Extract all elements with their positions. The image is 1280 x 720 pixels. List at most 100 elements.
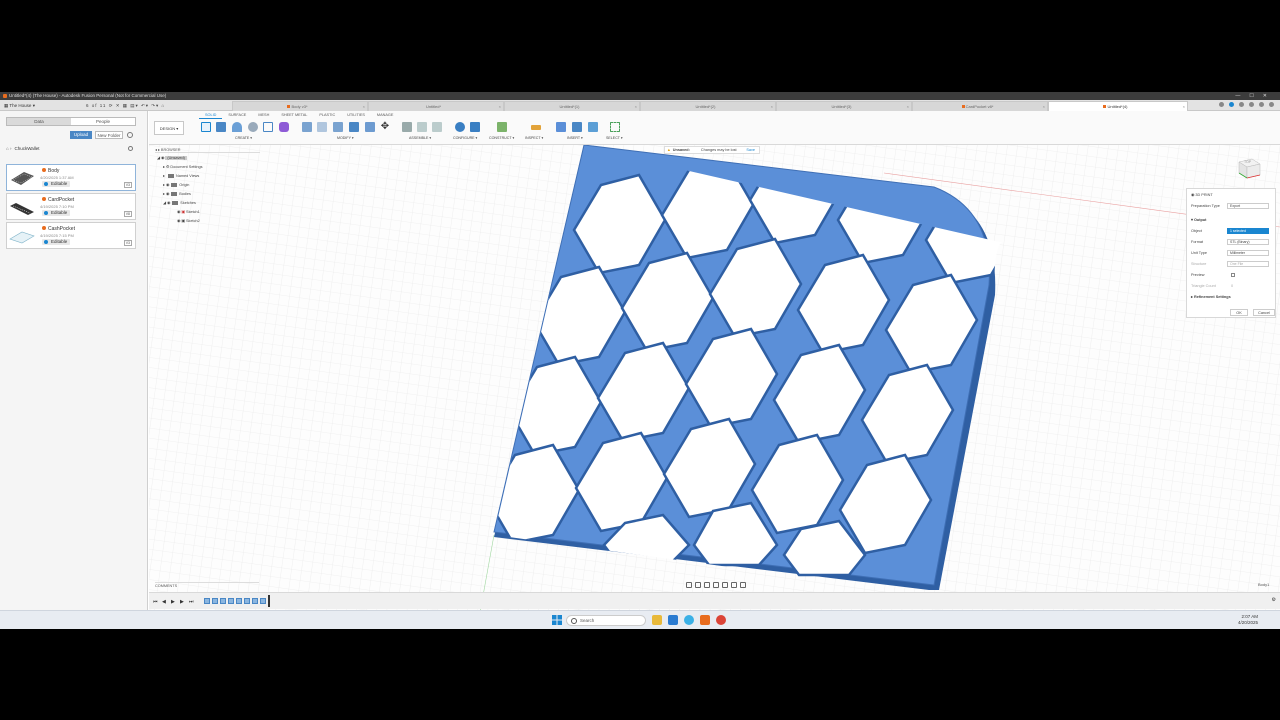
- home-icon[interactable]: ⌂ ›: [6, 146, 11, 151]
- tab-solid[interactable]: SOLID: [199, 112, 223, 119]
- tab-people[interactable]: People: [71, 118, 135, 125]
- browser-root[interactable]: ◢ ◉ (Unsaved): [157, 154, 187, 162]
- minimize-button[interactable]: —: [1235, 93, 1249, 99]
- viewports-icon[interactable]: [740, 581, 746, 588]
- refresh-icon[interactable]: [128, 146, 133, 151]
- prep-type-select[interactable]: Export: [1227, 203, 1269, 209]
- offset-plane-icon[interactable]: [497, 122, 507, 132]
- tab-surface[interactable]: SURFACE: [222, 112, 252, 119]
- group-configure[interactable]: CONFIGURE ▾: [453, 136, 477, 140]
- fit-icon[interactable]: [713, 581, 719, 588]
- file-status[interactable]: Editable: [42, 181, 71, 187]
- go-to-start-icon[interactable]: ⏮: [153, 599, 158, 605]
- extensions-icon[interactable]: [1229, 102, 1234, 107]
- browser-item-named-views[interactable]: ▸ Named Views: [163, 172, 199, 180]
- tab-manage[interactable]: MANAGE: [371, 112, 399, 119]
- extrude-icon[interactable]: [216, 122, 226, 132]
- view-cube[interactable]: TOP: [1236, 156, 1262, 180]
- add-tab-icon[interactable]: [1219, 102, 1224, 107]
- as-built-joint-icon[interactable]: [432, 122, 442, 132]
- form-icon[interactable]: [279, 122, 289, 132]
- pan-icon[interactable]: [695, 581, 701, 588]
- tab-plastic[interactable]: PLASTIC: [313, 112, 341, 119]
- step-back-icon[interactable]: ◀: [162, 599, 166, 605]
- group-inspect[interactable]: INSPECT ▾: [525, 136, 543, 140]
- browser-item-document-settings[interactable]: ▸ ⚙ Document Settings: [163, 163, 203, 171]
- timeline-feature[interactable]: [236, 598, 242, 604]
- insert-derive-icon[interactable]: [556, 122, 566, 132]
- timeline-feature[interactable]: [260, 598, 266, 604]
- vscode-icon[interactable]: [668, 615, 678, 625]
- upload-button[interactable]: Upload: [70, 131, 92, 139]
- timeline-feature[interactable]: [228, 598, 234, 604]
- cancel-button[interactable]: Cancel: [1253, 309, 1275, 316]
- 3d-viewport[interactable]: [149, 145, 1280, 618]
- revolve-icon[interactable]: [232, 122, 242, 132]
- doc-tab[interactable]: Untitled*(2) ×: [640, 101, 776, 111]
- taskbar-search[interactable]: Search: [566, 615, 646, 626]
- doc-tab[interactable]: Untitled*(3) ×: [776, 101, 912, 111]
- unit-select[interactable]: Millimeter: [1227, 250, 1269, 256]
- grid-settings-icon[interactable]: [731, 581, 737, 588]
- tab-close-icon[interactable]: ×: [363, 102, 365, 111]
- workspace-selector[interactable]: DESIGN ▾: [154, 121, 184, 135]
- profile-avatar-icon[interactable]: [1269, 102, 1274, 107]
- timeline-feature[interactable]: [244, 598, 250, 604]
- shell-icon[interactable]: [333, 122, 343, 132]
- refinement-section[interactable]: ▸ Refinement Settings: [1191, 293, 1273, 301]
- browser-item-origin[interactable]: ▸ ◉ Origin: [163, 181, 189, 189]
- timeline-feature[interactable]: [204, 598, 210, 604]
- tab-close-icon[interactable]: ×: [1043, 102, 1045, 111]
- offset-face-icon[interactable]: [365, 122, 375, 132]
- group-select[interactable]: SELECT ▾: [606, 136, 623, 140]
- timeline-feature[interactable]: [220, 598, 226, 604]
- tab-close-icon[interactable]: ×: [499, 102, 501, 111]
- tab-utilities[interactable]: UTILITIES: [341, 112, 371, 119]
- group-insert[interactable]: INSERT ▾: [567, 136, 583, 140]
- ok-button[interactable]: OK: [1230, 309, 1248, 316]
- pattern-icon[interactable]: [263, 122, 273, 132]
- combine-icon[interactable]: [349, 122, 359, 132]
- doc-tab[interactable]: CardPocket v8* ×: [912, 101, 1048, 111]
- fillet-icon[interactable]: [317, 122, 327, 132]
- doc-tab[interactable]: Body v3* ×: [232, 101, 368, 111]
- new-folder-button[interactable]: New Folder: [95, 131, 123, 139]
- doc-tab[interactable]: Untitled* ×: [368, 101, 504, 111]
- doc-tab-active[interactable]: Untitled*(4) ×: [1048, 101, 1188, 111]
- zoom-icon[interactable]: [704, 581, 710, 588]
- select-icon[interactable]: [610, 122, 620, 132]
- file-item[interactable]: CardPocket 4/19/2025 7:10 PM Editable V8: [6, 193, 136, 220]
- create-sketch-icon[interactable]: [201, 122, 211, 132]
- file-explorer-icon[interactable]: [652, 615, 662, 625]
- tab-close-icon[interactable]: ×: [907, 102, 909, 111]
- group-modify[interactable]: MODIFY ▾: [337, 136, 354, 140]
- tab-mesh[interactable]: MESH: [252, 112, 275, 119]
- maximize-button[interactable]: ☐: [1249, 93, 1262, 99]
- window-controls[interactable]: —☐✕: [1235, 92, 1276, 100]
- tab-close-icon[interactable]: ×: [1183, 102, 1185, 111]
- edge-icon[interactable]: [684, 615, 694, 625]
- file-version[interactable]: V3: [123, 182, 132, 188]
- group-create[interactable]: CREATE ▾: [235, 136, 252, 140]
- format-select[interactable]: STL (Binary): [1227, 239, 1269, 245]
- tab-close-icon[interactable]: ×: [771, 102, 773, 111]
- move-icon[interactable]: ✥: [380, 122, 390, 132]
- group-assemble[interactable]: ASSEMBLE ▾: [409, 136, 431, 140]
- hub-selector[interactable]: ▦ The House ▾: [4, 101, 35, 110]
- help-icon[interactable]: [1259, 102, 1264, 107]
- fusion-app-icon[interactable]: [700, 615, 710, 625]
- chrome-icon[interactable]: [716, 615, 726, 625]
- hole-icon[interactable]: [248, 122, 258, 132]
- timeline-marker[interactable]: [268, 595, 270, 607]
- orbit-icon[interactable]: [686, 581, 692, 588]
- object-selector[interactable]: 1 selected: [1227, 228, 1269, 234]
- file-version[interactable]: V3: [123, 240, 132, 246]
- timeline-settings-icon[interactable]: ⚙: [1272, 597, 1276, 603]
- doc-tab[interactable]: Untitled*(1) ×: [504, 101, 640, 111]
- group-construct[interactable]: CONSTRUCT ▾: [489, 136, 514, 140]
- comments-panel[interactable]: COMMENTS: [155, 582, 259, 589]
- output-section[interactable]: ▾ Output: [1191, 216, 1273, 224]
- new-component-icon[interactable]: [402, 122, 412, 132]
- viewport-scene[interactable]: [149, 145, 1280, 618]
- browser-item-bodies[interactable]: ▸ ◉ Bodies: [163, 190, 191, 198]
